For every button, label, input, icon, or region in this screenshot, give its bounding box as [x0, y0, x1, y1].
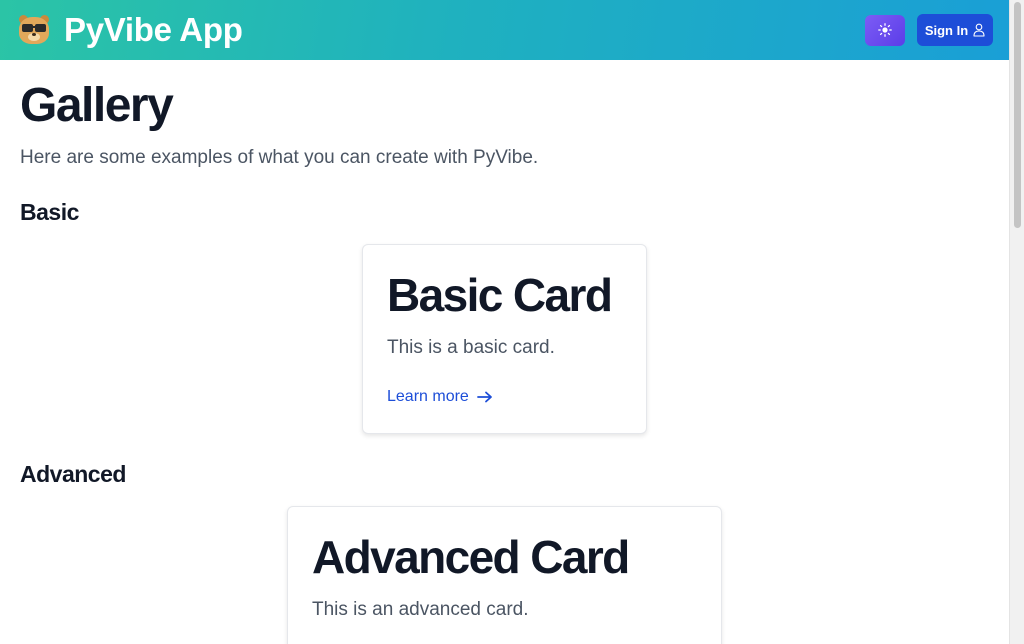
card-body: This is a basic card.	[387, 337, 555, 358]
card-title: Basic Card	[387, 269, 613, 321]
main-content: Gallery Here are some examples of what y…	[20, 60, 1000, 170]
app-window: PyVibe App Sign In Gallery Here are some…	[0, 0, 1024, 644]
theme-toggle-button[interactable]	[865, 14, 905, 46]
user-icon	[973, 23, 985, 37]
section-heading-advanced: Advanced	[20, 461, 126, 487]
nav-actions: Sign In	[865, 14, 993, 46]
vertical-scrollbar[interactable]	[1009, 0, 1024, 644]
navbar: PyVibe App Sign In	[0, 0, 1009, 60]
page-subtitle: Here are some examples of what you can c…	[20, 147, 539, 168]
arrow-right-icon	[476, 391, 492, 403]
page-title: Gallery	[20, 79, 174, 132]
bear-with-glasses-icon	[18, 14, 50, 46]
scrollbar-thumb[interactable]	[1014, 2, 1021, 228]
section-heading-basic: Basic	[20, 199, 79, 225]
card-title: Advanced Card	[312, 531, 630, 583]
advanced-card: Advanced Card This is an advanced card.	[287, 506, 722, 644]
sign-in-label: Sign In	[924, 22, 969, 38]
learn-more-link[interactable]: Learn more	[387, 388, 493, 406]
basic-card: Basic Card This is a basic card. Learn m…	[362, 244, 647, 434]
sun-icon	[878, 23, 892, 37]
app-name: PyVibe App	[64, 11, 243, 48]
sign-in-button[interactable]: Sign In	[917, 14, 993, 46]
card-body: This is an advanced card.	[312, 599, 529, 620]
learn-more-label: Learn more	[387, 388, 469, 405]
brand-link[interactable]: PyVibe App	[18, 11, 243, 49]
